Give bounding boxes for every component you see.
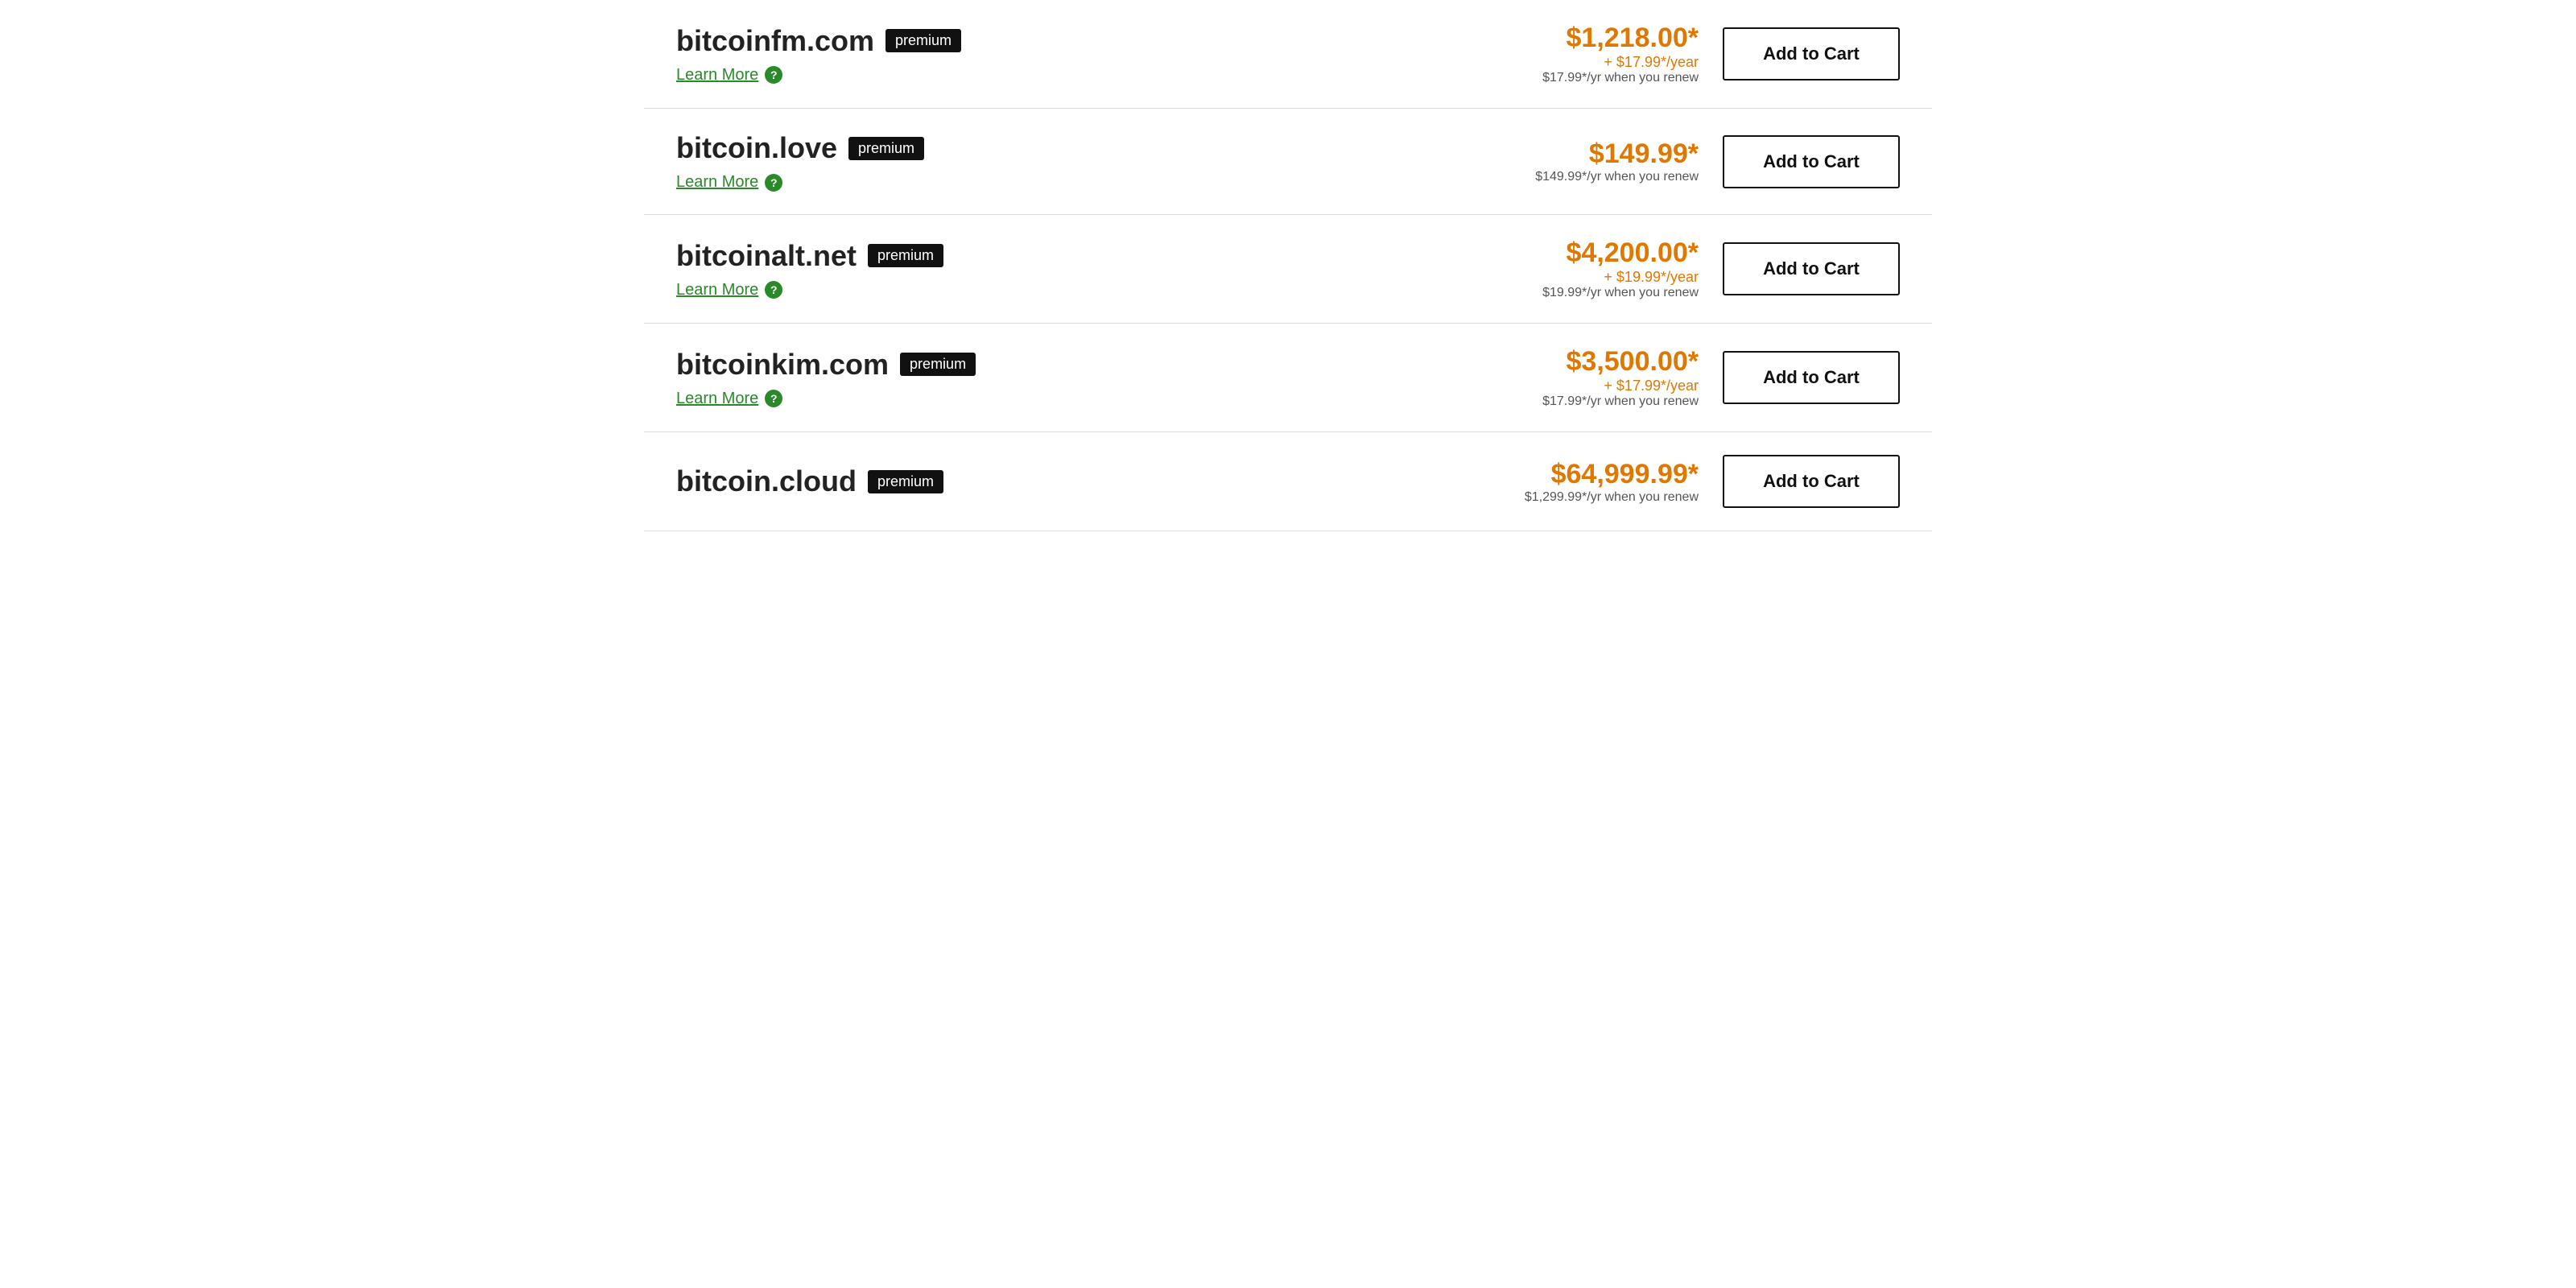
price-renew-bitcoinlove: $149.99*/yr when you renew — [1535, 170, 1699, 184]
price-block-bitcoinaltnet: $4,200.00*+ $19.99*/year$19.99*/yr when … — [1542, 237, 1699, 300]
domain-name-row-bitcoinaltnet: bitcoinalt.net premium — [676, 239, 943, 273]
add-to-cart-button-bitcoinfm[interactable]: Add to Cart — [1723, 27, 1900, 80]
domain-left-bitcoinlove: bitcoin.love premium Learn More? — [676, 131, 924, 192]
price-block-bitcoinkimcom: $3,500.00*+ $17.99*/year$17.99*/yr when … — [1542, 346, 1699, 409]
domain-item-bitcoinfm: bitcoinfm.com premium Learn More? $1,218.00… — [644, 0, 1932, 109]
premium-badge-bitcoinkimcom: premium — [900, 353, 976, 376]
price-renew-bitcoinkimcom: $17.99*/yr when you renew — [1542, 394, 1699, 409]
price-main-bitcoinaltnet: $4,200.00* — [1542, 237, 1699, 269]
domain-right-bitcoinaltnet: $4,200.00*+ $19.99*/year$19.99*/yr when … — [1542, 237, 1900, 300]
learn-more-row-bitcoinlove: Learn More? — [676, 173, 924, 192]
domain-right-bitcoinkimcom: $3,500.00*+ $17.99*/year$17.99*/yr when … — [1542, 346, 1900, 409]
learn-more-link-bitcoinfm[interactable]: Learn More — [676, 66, 758, 85]
domain-name-bitcoinaltnet: bitcoinalt.net — [676, 239, 857, 273]
domain-item-bitcoinlove: bitcoin.love premium Learn More? $149.99*$1… — [644, 109, 1932, 215]
help-icon-bitcoinlove[interactable]: ? — [765, 174, 782, 192]
domain-item-bitcoinaltnet: bitcoinalt.net premium Learn More? $4,200.0… — [644, 215, 1932, 324]
domain-item-bitcoincloud: bitcoin.cloud premium $64,999.99*$1,299.99… — [644, 432, 1932, 531]
price-renew-bitcoinfm: $17.99*/yr when you renew — [1542, 71, 1699, 85]
learn-more-row-bitcoinfm: Learn More? — [676, 66, 961, 85]
price-per-year-bitcoinfm: + $17.99*/year — [1542, 54, 1699, 71]
add-to-cart-button-bitcoincloud[interactable]: Add to Cart — [1723, 455, 1900, 508]
domain-name-row-bitcoinfm: bitcoinfm.com premium — [676, 24, 961, 58]
domain-name-bitcoinkimcom: bitcoinkim.com — [676, 348, 889, 382]
domain-name-bitcoincloud: bitcoin.cloud — [676, 464, 857, 498]
price-per-year-bitcoinkimcom: + $17.99*/year — [1542, 378, 1699, 394]
help-icon-bitcoinkimcom[interactable]: ? — [765, 390, 782, 407]
learn-more-link-bitcoinaltnet[interactable]: Learn More — [676, 281, 758, 299]
price-block-bitcoincloud: $64,999.99*$1,299.99*/yr when you renew — [1525, 459, 1699, 505]
domain-left-bitcoinfm: bitcoinfm.com premium Learn More? — [676, 24, 961, 85]
price-main-bitcoinfm: $1,218.00* — [1542, 23, 1699, 54]
price-main-bitcoinkimcom: $3,500.00* — [1542, 346, 1699, 378]
premium-badge-bitcoinaltnet: premium — [868, 244, 943, 267]
domain-name-row-bitcoincloud: bitcoin.cloud premium — [676, 464, 943, 498]
price-renew-bitcoinaltnet: $19.99*/yr when you renew — [1542, 286, 1699, 300]
premium-badge-bitcoinfm: premium — [886, 29, 961, 52]
premium-badge-bitcoinlove: premium — [848, 137, 924, 160]
help-icon-bitcoinaltnet[interactable]: ? — [765, 281, 782, 299]
domain-name-row-bitcoinkimcom: bitcoinkim.com premium — [676, 348, 976, 382]
domain-name-row-bitcoinlove: bitcoin.love premium — [676, 131, 924, 165]
add-to-cart-button-bitcoinkimcom[interactable]: Add to Cart — [1723, 351, 1900, 404]
price-main-bitcoincloud: $64,999.99* — [1525, 459, 1699, 490]
domain-right-bitcoinfm: $1,218.00*+ $17.99*/year$17.99*/yr when … — [1542, 23, 1900, 85]
learn-more-link-bitcoinkimcom[interactable]: Learn More — [676, 390, 758, 408]
learn-more-row-bitcoinkimcom: Learn More? — [676, 390, 976, 408]
domain-right-bitcoinlove: $149.99*$149.99*/yr when you renew Add to… — [1535, 135, 1900, 188]
add-to-cart-button-bitcoinaltnet[interactable]: Add to Cart — [1723, 242, 1900, 295]
domain-name-bitcoinfm: bitcoinfm.com — [676, 24, 874, 58]
price-renew-bitcoincloud: $1,299.99*/yr when you renew — [1525, 490, 1699, 505]
price-block-bitcoinlove: $149.99*$149.99*/yr when you renew — [1535, 138, 1699, 184]
price-per-year-bitcoinaltnet: + $19.99*/year — [1542, 269, 1699, 286]
domain-left-bitcoinaltnet: bitcoinalt.net premium Learn More? — [676, 239, 943, 299]
price-block-bitcoinfm: $1,218.00*+ $17.99*/year$17.99*/yr when … — [1542, 23, 1699, 85]
domain-left-bitcoinkimcom: bitcoinkim.com premium Learn More? — [676, 348, 976, 408]
domain-name-bitcoinlove: bitcoin.love — [676, 131, 837, 165]
learn-more-link-bitcoinlove[interactable]: Learn More — [676, 173, 758, 192]
domain-left-bitcoincloud: bitcoin.cloud premium — [676, 464, 943, 498]
add-to-cart-button-bitcoinlove[interactable]: Add to Cart — [1723, 135, 1900, 188]
price-main-bitcoinlove: $149.99* — [1535, 138, 1699, 170]
help-icon-bitcoinfm[interactable]: ? — [765, 66, 782, 84]
learn-more-row-bitcoinaltnet: Learn More? — [676, 281, 943, 299]
domain-list: bitcoinfm.com premium Learn More? $1,218.00… — [644, 0, 1932, 531]
premium-badge-bitcoincloud: premium — [868, 470, 943, 493]
domain-right-bitcoincloud: $64,999.99*$1,299.99*/yr when you renew A… — [1525, 455, 1900, 508]
domain-item-bitcoinkimcom: bitcoinkim.com premium Learn More? $3,500.0… — [644, 324, 1932, 432]
